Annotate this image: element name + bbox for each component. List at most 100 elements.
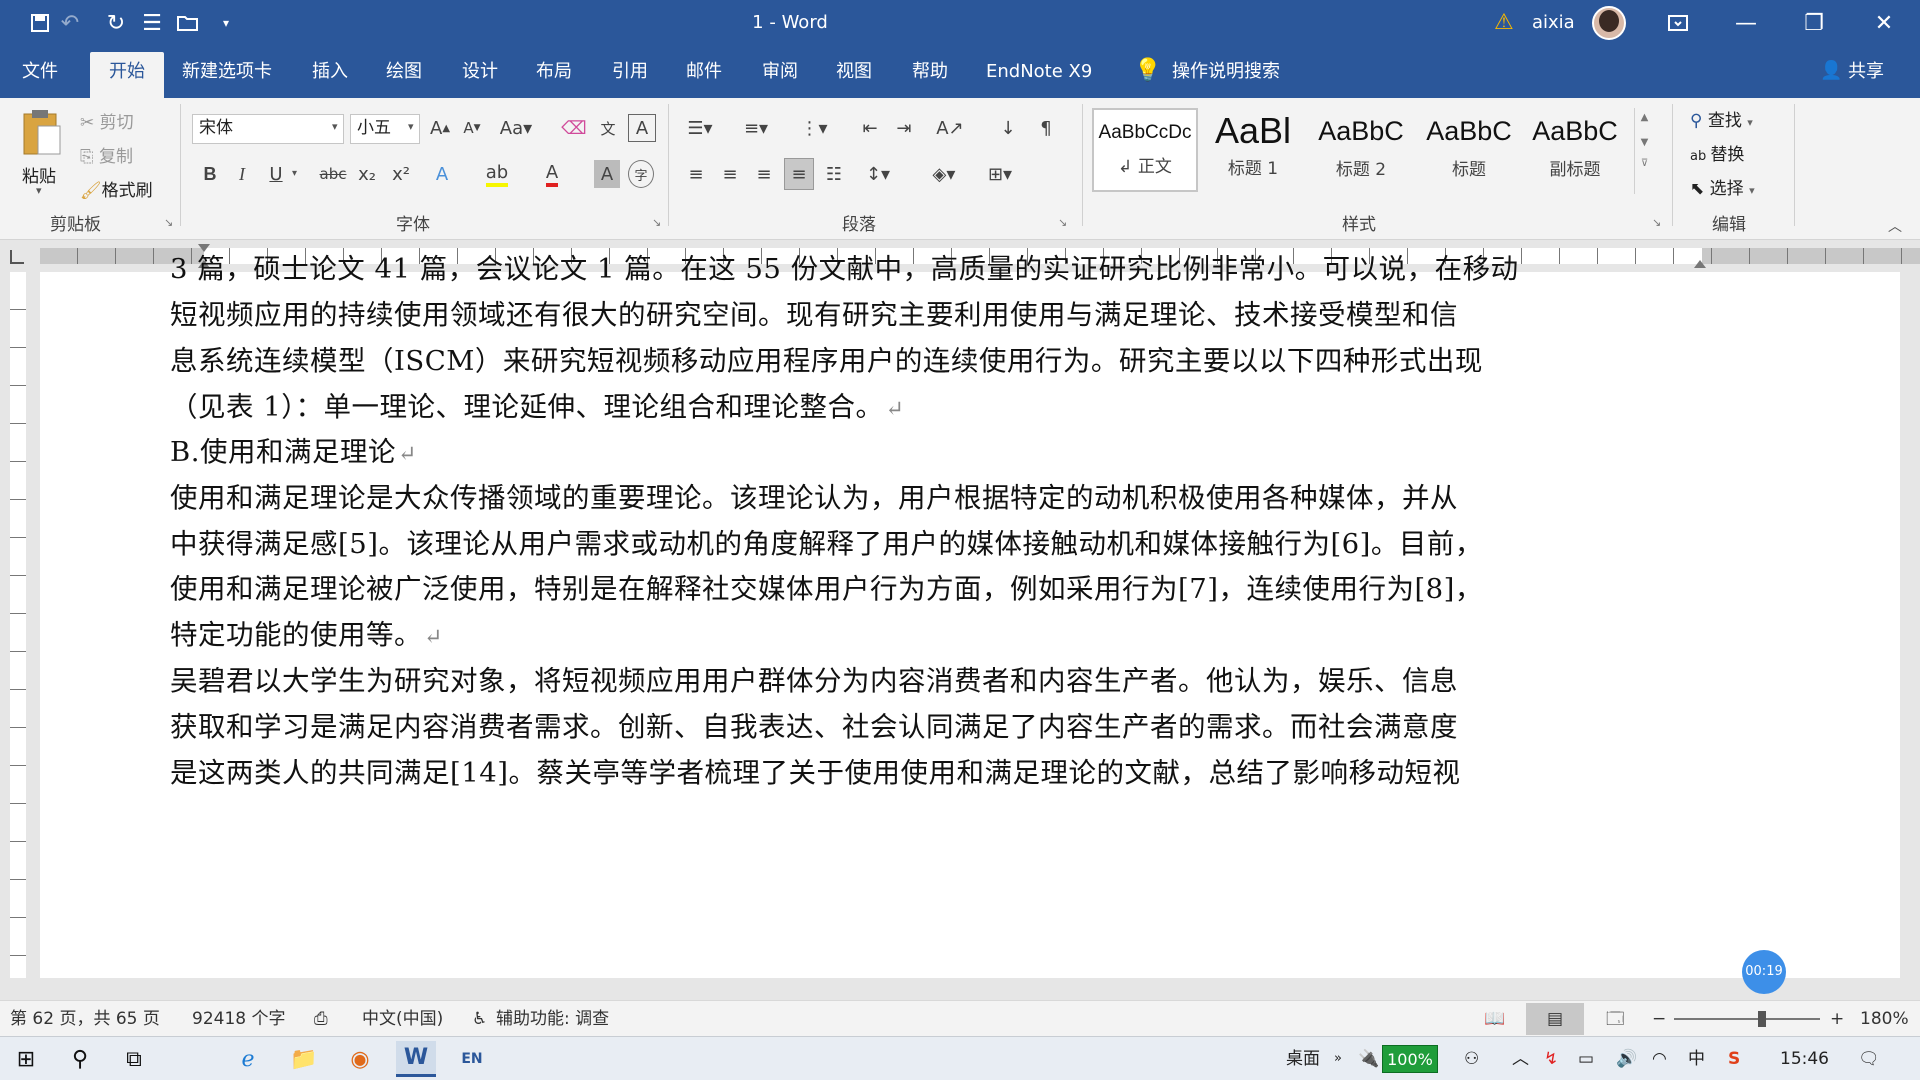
- page-count[interactable]: 第 62 页，共 65 页: [10, 1001, 160, 1037]
- character-border-icon[interactable]: A: [628, 114, 656, 142]
- sogou-ime-icon[interactable]: S: [1728, 1037, 1740, 1080]
- bold-button[interactable]: B: [196, 160, 224, 188]
- print-layout-icon[interactable]: ▤: [1526, 1003, 1584, 1035]
- read-mode-icon[interactable]: 📖: [1484, 1001, 1505, 1037]
- tab-draw[interactable]: 绘图: [380, 46, 428, 98]
- paragraph-line[interactable]: （见表 1）：单一理论、理论延伸、理论组合和理论整合。↵: [170, 384, 904, 424]
- show-hidden-icons[interactable]: ︿: [1512, 1037, 1529, 1080]
- more-styles-icon[interactable]: ⊽: [1635, 158, 1654, 169]
- endnote-app-icon[interactable]: EN: [452, 1041, 492, 1077]
- font-size-dropdown-icon[interactable]: ▾: [408, 120, 414, 133]
- paragraph-line[interactable]: 使用和满足理论被广泛使用，特别是在解释社交媒体用户行为方面，例如采用行为[7]，…: [170, 566, 1483, 606]
- show-marks-icon[interactable]: ¶: [1032, 114, 1060, 142]
- format-painter-button[interactable]: 🖌格式刷: [80, 176, 153, 201]
- enclose-characters-icon[interactable]: 字: [628, 160, 654, 188]
- paste-icon[interactable]: [20, 106, 70, 166]
- paragraph-line[interactable]: 中获得满足感[5]。该理论从用户需求或动机的角度解释了用户的媒体接触动机和媒体接…: [170, 521, 1483, 561]
- grow-font-icon[interactable]: A ▲: [426, 114, 454, 142]
- distributed-icon[interactable]: ☷: [820, 160, 848, 188]
- accessibility-icon[interactable]: ♿: [472, 1001, 487, 1037]
- style-subtitle[interactable]: AaBbC 副标题: [1522, 108, 1628, 192]
- justify-icon[interactable]: ≡: [784, 158, 814, 190]
- tab-file[interactable]: 文件: [16, 46, 64, 98]
- underline-button[interactable]: U: [262, 160, 290, 188]
- paragraph-line[interactable]: 3 篇，硕士论文 41 篇，会议论文 1 篇。在这 55 份文献中，高质量的实证…: [170, 246, 1519, 286]
- paragraph-line[interactable]: 特定功能的使用等。↵: [170, 612, 443, 652]
- firefox-icon[interactable]: ◉: [340, 1041, 380, 1077]
- share-icon[interactable]: 👤: [1820, 60, 1842, 81]
- file-explorer-icon[interactable]: 📁: [284, 1041, 324, 1077]
- language[interactable]: 中文(中国): [362, 1001, 443, 1037]
- tab-layout[interactable]: 布局: [530, 46, 578, 98]
- zoom-slider-thumb[interactable]: [1757, 1011, 1766, 1027]
- multilevel-list-icon[interactable]: ⋮▾: [794, 114, 834, 142]
- search-icon[interactable]: ⚲: [60, 1041, 100, 1077]
- open-folder-icon[interactable]: [174, 10, 202, 36]
- tab-new-tab[interactable]: 新建选项卡: [176, 46, 278, 98]
- paragraph-line[interactable]: 使用和满足理论是大众传播领域的重要理论。该理论认为，用户根据特定的动机积极使用各…: [170, 475, 1458, 515]
- phonetic-guide-icon[interactable]: 文: [594, 114, 622, 142]
- battery-plug-icon[interactable]: 🔌: [1358, 1037, 1379, 1080]
- clipboard-launcher-icon[interactable]: ↘: [164, 216, 173, 229]
- section-heading[interactable]: B.使用和满足理论↵: [170, 429, 417, 469]
- tab-view[interactable]: 视图: [830, 46, 878, 98]
- text-direction-icon[interactable]: A↗: [930, 114, 970, 142]
- align-left-icon[interactable]: ≡: [682, 160, 710, 188]
- action-center-icon[interactable]: 🗨: [1858, 1037, 1880, 1080]
- edge-icon[interactable]: ℯ: [228, 1041, 268, 1077]
- borders-icon[interactable]: ⊞▾: [980, 160, 1020, 188]
- wifi-icon[interactable]: ◠: [1652, 1037, 1667, 1080]
- replace-button[interactable]: ab 替换: [1690, 140, 1744, 165]
- people-icon[interactable]: ⚇: [1464, 1037, 1479, 1080]
- accessibility-status[interactable]: 辅助功能: 调查: [496, 1001, 609, 1037]
- user-name[interactable]: aixia: [1532, 0, 1575, 46]
- web-layout-icon[interactable]: 🗔: [1606, 1001, 1624, 1037]
- clock[interactable]: 15:46: [1780, 1037, 1829, 1080]
- numbering-icon[interactable]: ≡▾: [738, 114, 774, 142]
- tab-help[interactable]: 帮助: [906, 46, 954, 98]
- desktop-toolbar[interactable]: 桌面: [1286, 1037, 1320, 1080]
- paragraph-launcher-icon[interactable]: ↘: [1058, 216, 1067, 229]
- tab-review[interactable]: 审阅: [756, 46, 804, 98]
- proofing-icon[interactable]: ⎙: [314, 1001, 328, 1037]
- align-right-icon[interactable]: ≡: [750, 160, 778, 188]
- style-title[interactable]: AaBbC 标题: [1416, 108, 1522, 192]
- superscript-button[interactable]: x²: [388, 160, 414, 188]
- style-heading-2[interactable]: AaBbC 标题 2: [1308, 108, 1414, 192]
- bullets-icon[interactable]: ☰▾: [682, 114, 718, 142]
- change-case-icon[interactable]: Aa▾: [496, 114, 536, 142]
- zoom-slider[interactable]: [1674, 1011, 1820, 1027]
- warning-icon[interactable]: ⚠: [1494, 10, 1514, 35]
- line-spacing-icon[interactable]: ↕▾: [860, 160, 896, 188]
- share-button[interactable]: 共享: [1842, 46, 1890, 98]
- style-heading-1[interactable]: AaBl 标题 1: [1200, 108, 1306, 192]
- task-view-icon[interactable]: ⧉: [114, 1041, 154, 1077]
- scroll-down-icon[interactable]: ▼: [1635, 137, 1654, 148]
- paragraph-line[interactable]: 获取和学习是满足内容消费者需求。创新、自我表达、社会认同满足了内容生产者的需求。…: [170, 704, 1458, 744]
- tab-references[interactable]: 引用: [606, 46, 654, 98]
- font-color-icon[interactable]: A: [538, 160, 566, 188]
- avatar[interactable]: [1592, 6, 1626, 40]
- scroll-up-icon[interactable]: ▲: [1635, 112, 1654, 123]
- ime-indicator[interactable]: 中: [1688, 1037, 1705, 1080]
- battery-icon[interactable]: ▭: [1578, 1037, 1594, 1080]
- tab-mailings[interactable]: 邮件: [680, 46, 728, 98]
- underline-dropdown-icon[interactable]: ▾: [292, 168, 297, 179]
- clear-formatting-icon[interactable]: ⌫: [560, 114, 588, 142]
- styles-launcher-icon[interactable]: ↘: [1652, 216, 1661, 229]
- customize-qat-icon[interactable]: ▾: [212, 10, 240, 36]
- align-center-icon[interactable]: ≡: [716, 160, 744, 188]
- paragraph-line[interactable]: 短视频应用的持续使用领域还有很大的研究空间。现有研究主要利用使用与满足理论、技术…: [170, 292, 1458, 332]
- font-family-dropdown-icon[interactable]: ▾: [332, 120, 338, 133]
- shrink-font-icon[interactable]: A ▼: [458, 114, 486, 142]
- undo-icon[interactable]: ↶: [56, 10, 84, 36]
- highlight-icon[interactable]: ab: [482, 160, 512, 188]
- tell-me-search[interactable]: 操作说明搜索: [1166, 46, 1286, 98]
- paragraph-line[interactable]: 息系统连续模型（ISCM）来研究短视频移动应用程序用户的连续使用行为。研究主要以…: [170, 338, 1483, 378]
- strikethrough-button[interactable]: abc: [316, 160, 350, 188]
- increase-indent-icon[interactable]: ⇥: [890, 114, 918, 142]
- sort-icon[interactable]: ↓: [994, 114, 1022, 142]
- ribbon-display-icon[interactable]: [1664, 10, 1692, 36]
- tab-design[interactable]: 设计: [456, 46, 504, 98]
- styles-scrollbar[interactable]: ▲ ▼ ⊽: [1634, 108, 1654, 194]
